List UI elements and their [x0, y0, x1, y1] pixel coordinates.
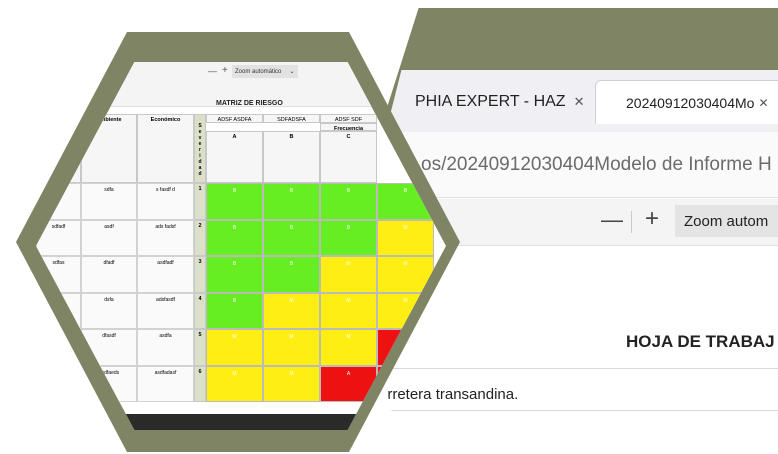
row-economico: asdfadf: [137, 256, 194, 293]
impact-header: Económico: [137, 114, 194, 183]
zoom-out-button[interactable]: —: [601, 207, 623, 233]
column-header: SDFADSFA: [263, 114, 320, 123]
frequency-header: A: [206, 131, 263, 183]
row-ambiente: asdf: [81, 219, 137, 256]
risk-cell: M: [206, 329, 263, 366]
row-label: [36, 365, 81, 402]
bottom-band: [36, 414, 446, 430]
tab-label: PHIA EXPERT - HAZ: [415, 93, 566, 110]
zoom-select-label: Zoom automático: [235, 68, 282, 75]
column-header: ADSF ASDFA: [206, 114, 263, 123]
tab-informe[interactable]: 20240912030404Mo ✕: [595, 80, 778, 124]
risk-cell: M: [263, 365, 320, 402]
risk-cell: B: [320, 183, 377, 220]
risk-cell: M: [320, 292, 377, 329]
severity-header: Severidad: [194, 114, 206, 183]
tab-phia-expert[interactable]: PHIA EXPERT - HAZ ✕: [415, 80, 590, 124]
risk-cell: M: [320, 256, 377, 293]
risk-cell: M: [320, 329, 377, 366]
row-economico: s fasdf d: [137, 183, 194, 220]
risk-cell: M: [206, 365, 263, 402]
frequency-header: B: [263, 131, 320, 183]
risk-cell: B: [206, 292, 263, 329]
url-text: os/20240912030404Modelo de Informe H: [421, 153, 772, 175]
close-icon[interactable]: ✕: [574, 94, 585, 110]
row-ambiente: dsfa: [81, 292, 137, 329]
severity-level: 3: [194, 256, 206, 293]
risk-cell: B: [263, 219, 320, 256]
zoom-in-button[interactable]: +: [222, 65, 228, 76]
frequency-header: C: [320, 131, 377, 183]
severity-level: 5: [194, 329, 206, 366]
document-text: arretera transandina.: [379, 386, 519, 403]
risk-cell: B: [206, 256, 263, 293]
risk-cell: B: [206, 183, 263, 220]
row-ambiente: sdfa: [81, 183, 137, 220]
divider: [355, 368, 778, 369]
toolbar-divider: [631, 211, 632, 233]
risk-cell: M: [263, 329, 320, 366]
risk-cell: M: [377, 219, 434, 256]
row-economico: ads fadsf: [137, 219, 194, 256]
document-title: HOJA DE TRABAJ: [626, 332, 775, 351]
risk-cell: B: [320, 219, 377, 256]
matrix-title: MATRIZ DE RIESGO: [216, 100, 283, 107]
risk-cell: M: [263, 292, 320, 329]
zoom-in-button[interactable]: +: [645, 205, 659, 233]
divider: [355, 410, 778, 411]
row-ambiente: dfadf: [81, 256, 137, 293]
zoom-select[interactable]: Zoom autom: [675, 205, 778, 237]
risk-cell: B: [206, 219, 263, 256]
tab-label: 20240912030404Mo: [626, 94, 755, 111]
zoom-select[interactable]: Zoom automático ⌄: [232, 65, 298, 78]
chevron-down-icon: ⌄: [289, 69, 295, 75]
column-header: ADSF SDF: [320, 114, 377, 123]
row-economico: asdfa: [137, 329, 194, 366]
severity-level: 4: [194, 292, 206, 329]
row-economico: adsfasdf: [137, 292, 194, 329]
zoom-select-label: Zoom autom: [684, 212, 769, 230]
tab-bar: PHIA EXPERT - HAZ ✕ 20240912030404Mo ✕: [355, 70, 778, 132]
risk-cell: B: [263, 183, 320, 220]
close-icon[interactable]: ✕: [758, 96, 768, 110]
severity-level: 2: [194, 219, 206, 256]
risk-cell: B: [263, 256, 320, 293]
row-economico: asdfadasf: [137, 365, 194, 402]
severity-level: 6: [194, 365, 206, 402]
frecuencia-header: Frecuencia: [320, 123, 377, 132]
zoom-out-button[interactable]: —: [208, 66, 217, 76]
severity-level: 1: [194, 183, 206, 220]
